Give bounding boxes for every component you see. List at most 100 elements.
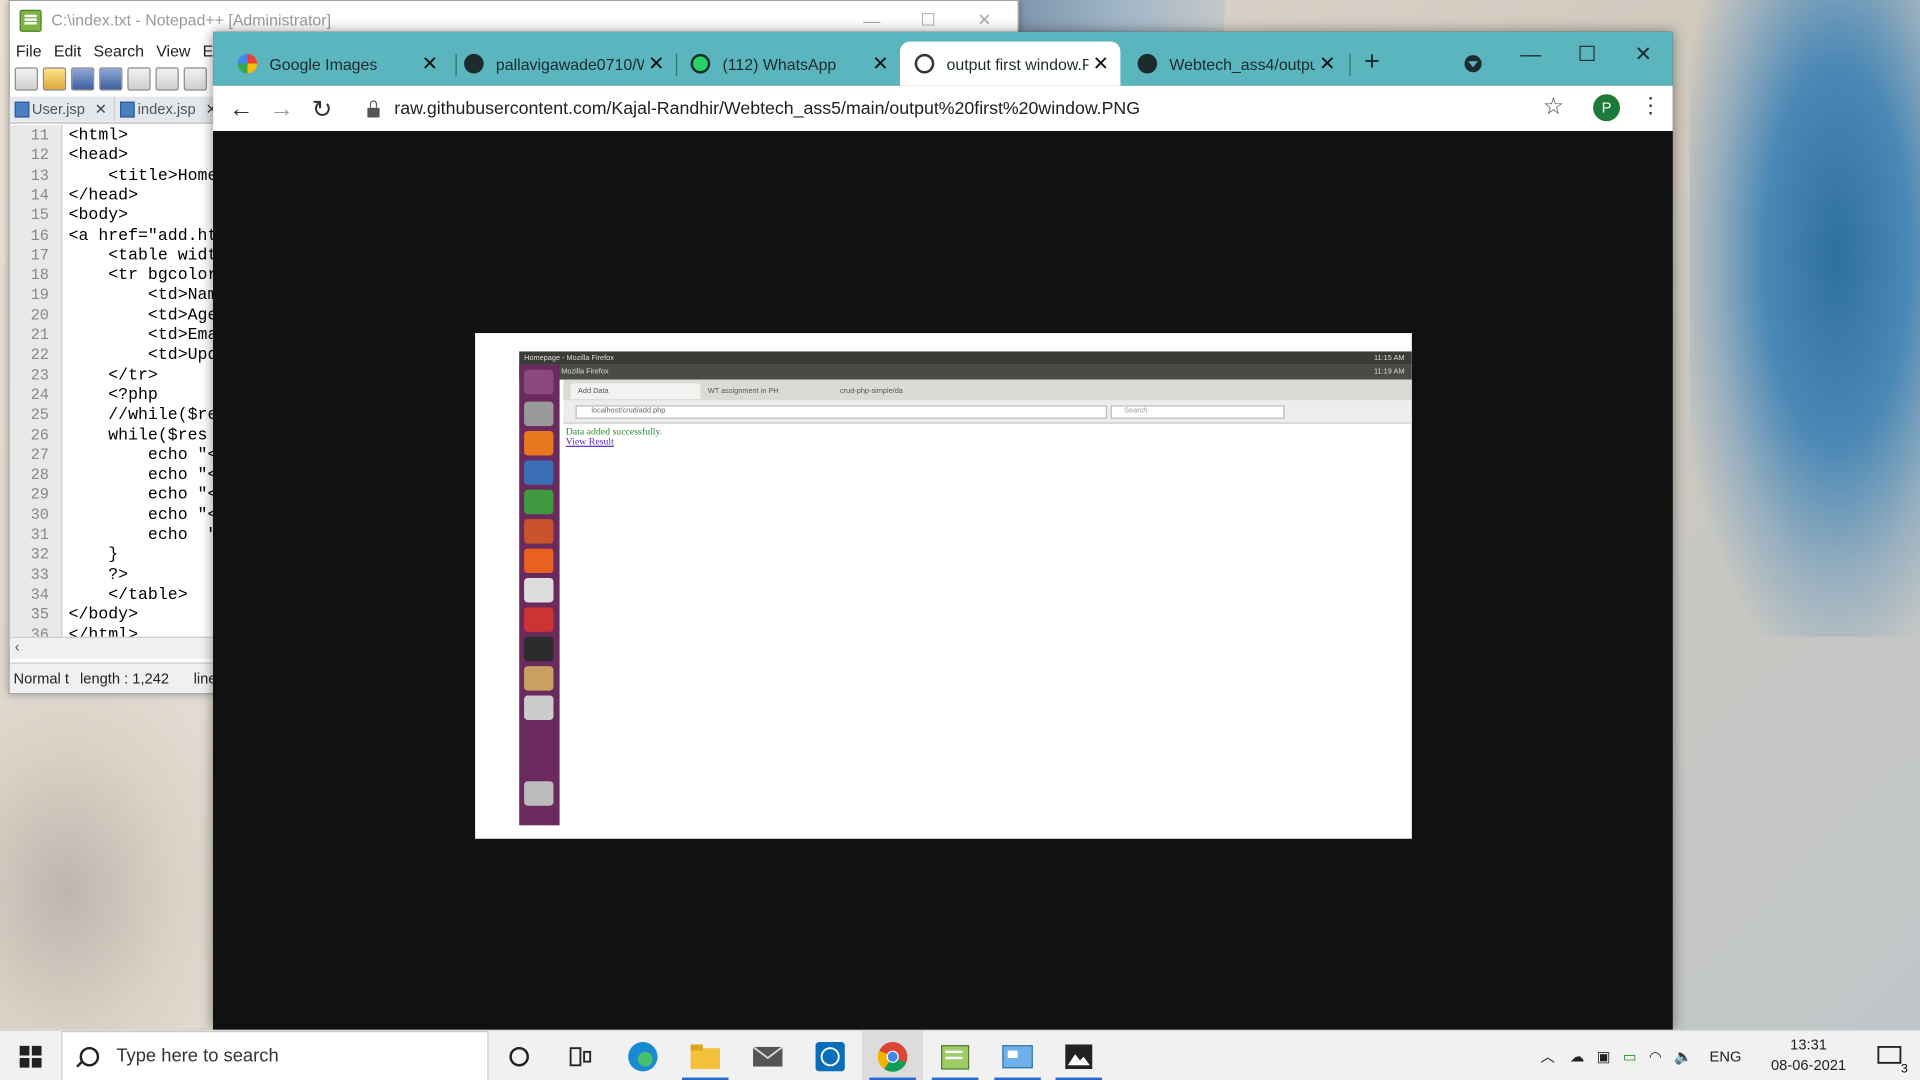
profile-avatar[interactable]: P <box>1593 94 1621 122</box>
code-line[interactable]: 36 </html> <box>10 626 138 636</box>
software-center-icon <box>524 548 554 574</box>
code-line[interactable]: 22 <td>Upd <box>10 347 218 367</box>
chrome-taskbar-icon[interactable] <box>862 1031 924 1080</box>
code-line[interactable]: 32 } <box>10 546 119 566</box>
code-line[interactable]: 18 <tr bgcolor <box>10 267 218 287</box>
code-line[interactable]: 27 echo "< <box>10 447 218 467</box>
code-line[interactable]: 26 while($res <box>10 427 208 447</box>
close-tab-icon[interactable]: ✕ <box>868 51 892 75</box>
address-bar[interactable]: raw.githubusercontent.com/Kajal-Randhir/… <box>350 90 1575 128</box>
code-line[interactable]: 29 echo "< <box>10 487 218 507</box>
calc-icon <box>524 489 554 515</box>
menu-file[interactable]: File <box>10 39 48 63</box>
maximize-icon[interactable]: ☐ <box>1559 37 1615 74</box>
code-text: <?php <box>68 386 158 406</box>
control-panel-icon[interactable] <box>987 1031 1048 1080</box>
tab-whatsapp[interactable]: (112) WhatsApp ✕ <box>676 42 900 86</box>
menu-view[interactable]: View <box>150 39 196 63</box>
line-number: 34 <box>30 586 49 604</box>
tab-google-images[interactable]: Google Images ✕ <box>223 42 450 86</box>
minimize-icon[interactable]: — <box>1502 37 1558 74</box>
volume-icon[interactable]: 🔈 <box>1674 1048 1692 1065</box>
line-number: 28 <box>30 466 49 484</box>
photos-icon[interactable] <box>1048 1031 1109 1080</box>
code-line[interactable]: 12 <head> <box>10 147 129 167</box>
code-text: echo "< <box>68 486 218 505</box>
tab-title: Google Images <box>269 54 378 73</box>
mail-icon[interactable] <box>737 1031 798 1080</box>
code-line[interactable]: 30 echo "< <box>10 507 218 527</box>
code-line[interactable]: 15 <body> <box>10 207 129 227</box>
cloud-icon[interactable]: ☁ <box>1570 1048 1585 1065</box>
chevron-up-icon[interactable]: ︿ <box>1540 1046 1555 1067</box>
save-icon[interactable] <box>71 66 95 91</box>
edge-icon[interactable] <box>612 1031 673 1080</box>
tab-github-pallavi[interactable]: pallavigawade0710/W ✕ <box>449 42 676 86</box>
code-line[interactable]: 11 <html> <box>10 127 129 147</box>
code-line[interactable]: 34 </table> <box>10 586 188 606</box>
code-line[interactable]: 21 <td>Ema <box>10 327 218 347</box>
tab-user-jsp[interactable]: User.jsp ✕ <box>9 96 116 122</box>
taskbar-clock[interactable]: 13:31 08-06-2021 <box>1763 1035 1854 1077</box>
new-tab-icon[interactable]: + <box>1364 45 1380 77</box>
taskbar-search-box[interactable]: Type here to search <box>61 1031 489 1080</box>
code-line[interactable]: 24 <?php <box>10 387 158 407</box>
new-file-icon[interactable] <box>14 66 38 91</box>
close-tab-icon[interactable]: ✕ <box>644 51 668 75</box>
close-tab-icon[interactable]: ✕ <box>95 100 107 117</box>
close-file-icon[interactable] <box>127 66 151 91</box>
tab-index-jsp[interactable]: index.jsp ✕ <box>115 96 227 122</box>
code-line[interactable]: 20 <td>Age <box>10 307 218 327</box>
tab-label: User.jsp <box>31 100 85 118</box>
menu-kebab-icon[interactable]: ⋮ <box>1640 93 1662 119</box>
menu-search[interactable]: Search <box>87 39 150 63</box>
code-line[interactable]: 35 </body> <box>10 606 138 626</box>
open-file-icon[interactable] <box>42 66 67 91</box>
wifi-icon[interactable]: ◠ <box>1649 1048 1662 1065</box>
battery-icon[interactable]: ▭ <box>1623 1048 1637 1065</box>
bookmark-star-icon[interactable]: ☆ <box>1543 93 1564 121</box>
close-tab-icon[interactable]: ✕ <box>1315 51 1339 75</box>
save-all-icon[interactable] <box>99 66 123 91</box>
close-tab-icon[interactable]: ✕ <box>1089 51 1113 75</box>
scroll-left-icon[interactable]: ‹ <box>15 638 20 655</box>
displayed-screenshot-image[interactable]: Homepage - Mozilla Firefox 11:15 AM Add … <box>475 333 1412 839</box>
chrome-toolbar: ← → ↻ raw.githubusercontent.com/Kajal-Ra… <box>213 85 1673 132</box>
code-line[interactable]: 13 <title>Home <box>10 167 218 187</box>
inner-time-1: 11:15 AM <box>1373 354 1405 362</box>
code-line[interactable]: 14 </head> <box>10 187 138 207</box>
language-indicator[interactable]: ENG <box>1710 1048 1742 1065</box>
code-line[interactable]: 33 ?> <box>10 566 129 586</box>
reload-icon[interactable]: ↻ <box>306 93 338 125</box>
print-icon[interactable] <box>183 66 207 91</box>
task-view-icon[interactable] <box>550 1031 611 1080</box>
close-icon[interactable]: ✕ <box>1615 37 1671 74</box>
code-line[interactable]: 25 //while($re <box>10 407 218 427</box>
tab-output-first-window[interactable]: output first window.P ✕ <box>900 41 1121 86</box>
dell-icon[interactable] <box>800 1031 861 1080</box>
wallpaper-detail <box>0 685 221 1029</box>
file-explorer-icon[interactable] <box>675 1031 736 1080</box>
code-line[interactable]: 28 echo "< <box>10 467 218 487</box>
code-text: } <box>68 546 119 565</box>
notepad-plus-plus-icon[interactable] <box>924 1031 985 1080</box>
close-tab-icon[interactable]: ✕ <box>418 51 442 75</box>
code-line[interactable]: 19 <td>Nam <box>10 287 218 307</box>
code-line[interactable]: 17 <table widt <box>10 247 218 267</box>
tab-search-icon[interactable] <box>1464 55 1482 73</box>
tab-webtech-ass4[interactable]: Webtech_ass4/outpu ✕ <box>1123 42 1347 86</box>
cortana-icon[interactable] <box>489 1031 550 1080</box>
back-icon[interactable]: ← <box>225 93 257 125</box>
close-all-icon[interactable] <box>155 66 179 91</box>
code-line[interactable]: 31 echo " <box>10 527 218 547</box>
notifications-icon[interactable]: 3 <box>1859 1031 1920 1080</box>
code-line[interactable]: 16 <a href="add.ht <box>10 227 218 247</box>
line-number: 32 <box>30 546 49 564</box>
meet-now-icon[interactable]: ▣ <box>1597 1048 1611 1065</box>
menu-edit[interactable]: Edit <box>48 39 88 63</box>
code-line[interactable]: 23 </tr> <box>10 367 158 387</box>
start-windows-icon[interactable] <box>0 1031 61 1080</box>
tab-title: Webtech_ass4/outpu <box>1169 54 1316 73</box>
forward-icon[interactable]: → <box>266 93 298 125</box>
files-icon <box>524 401 554 427</box>
